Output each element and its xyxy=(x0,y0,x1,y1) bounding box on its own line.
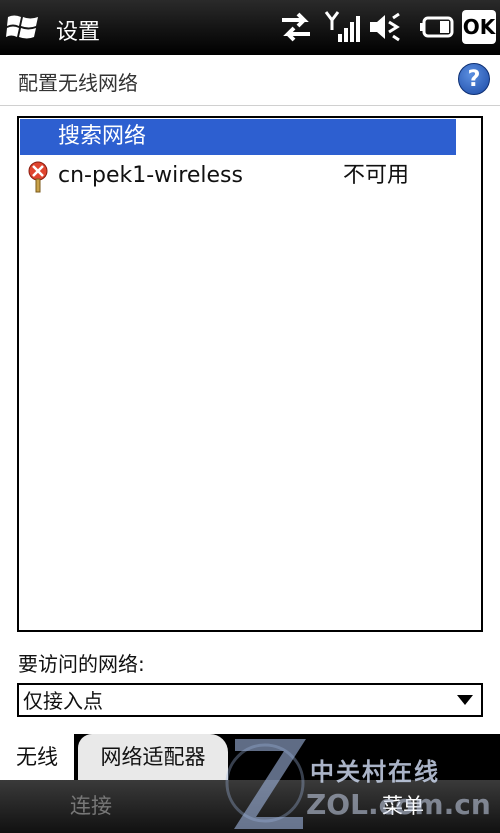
status-bar: 设置 OK xyxy=(0,0,500,55)
signal-strength-icon xyxy=(324,11,360,42)
connect-softkey[interactable]: 连接 xyxy=(70,790,112,820)
networks-to-access-label: 要访问的网络: xyxy=(18,652,145,676)
network-status: 不可用 xyxy=(343,163,410,188)
windows-start-icon[interactable] xyxy=(6,12,40,42)
list-item-network[interactable]: cn-pek1-wireless 不可用 xyxy=(20,158,480,194)
dropdown-arrow-icon[interactable] xyxy=(457,695,473,705)
page-title: 配置无线网络 xyxy=(18,71,138,95)
watermark-brand-en: ZOL.com.cn xyxy=(306,788,491,821)
ok-button[interactable]: OK xyxy=(462,10,496,44)
watermark-brand-cn: 中关村在线 xyxy=(310,758,440,786)
page-header: 配置无线网络 ? xyxy=(0,55,500,106)
networks-to-access-select[interactable]: 仅接入点 xyxy=(17,683,483,717)
data-sync-icon xyxy=(282,12,310,42)
tab-wireless[interactable]: 无线 xyxy=(0,734,74,780)
network-name: cn-pek1-wireless xyxy=(58,163,243,188)
app-title: 设置 xyxy=(56,20,101,45)
select-value: 仅接入点 xyxy=(23,689,103,713)
help-icon[interactable]: ? xyxy=(458,63,490,95)
tab-network-adapters[interactable]: 网络适配器 xyxy=(78,734,228,780)
battery-icon xyxy=(420,16,454,38)
network-list[interactable]: 搜索网络 cn-pek1-wireless 不可用 xyxy=(17,116,483,632)
list-item-label: 搜索网络 xyxy=(58,124,147,149)
speaker-muted-icon xyxy=(370,12,400,42)
wireless-unavailable-icon xyxy=(28,161,48,193)
list-item-search-networks[interactable]: 搜索网络 xyxy=(20,119,456,155)
